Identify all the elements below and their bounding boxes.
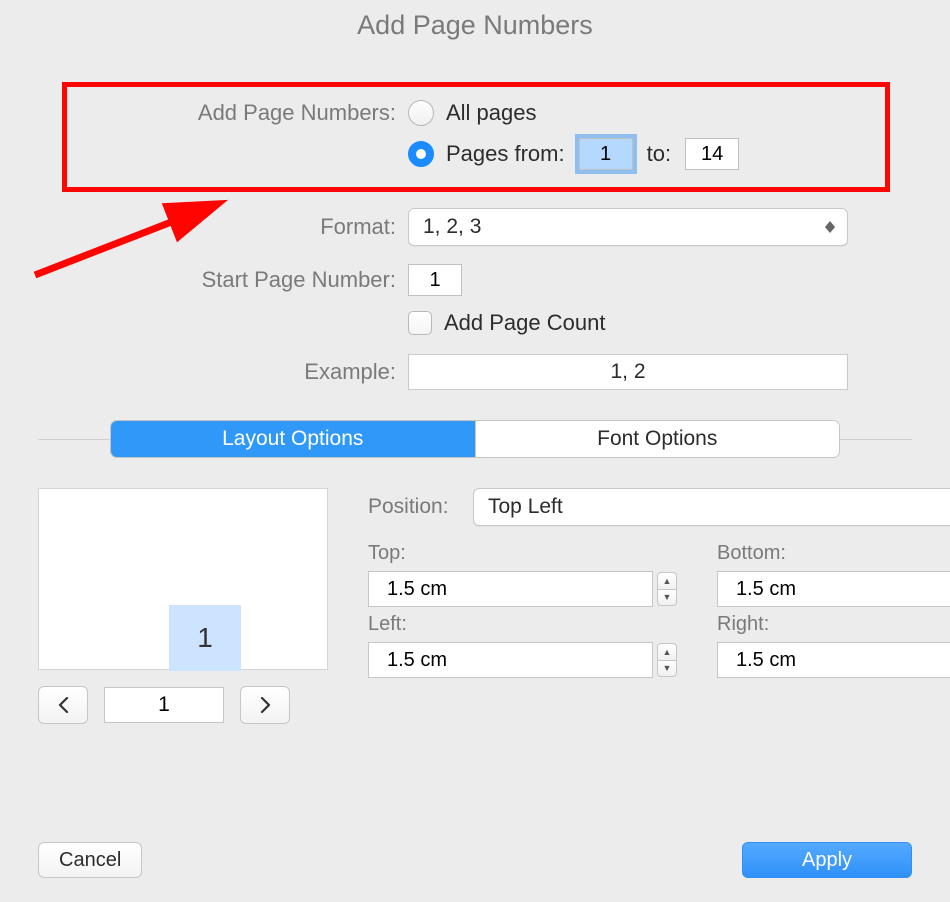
format-select[interactable]: 1, 2, 3: [408, 208, 848, 246]
position-label: Position:: [368, 495, 473, 519]
options-tabs: Layout Options Font Options: [110, 420, 840, 458]
chevron-left-icon: [58, 697, 69, 713]
start-page-label: Start Page Number:: [0, 267, 408, 293]
position-select-value: Top Left: [488, 495, 563, 519]
preview-page-input[interactable]: [104, 687, 224, 723]
start-page-input[interactable]: [408, 264, 462, 296]
radio-pages-range-label: Pages from:: [446, 141, 565, 167]
add-page-count-checkbox[interactable]: [408, 311, 432, 335]
position-select[interactable]: Top Left: [473, 488, 950, 526]
add-page-numbers-label: Add Page Numbers:: [0, 100, 408, 126]
margin-left-stepper[interactable]: ▲ ▼: [657, 643, 677, 677]
pages-from-input[interactable]: [579, 138, 633, 170]
radio-all-pages[interactable]: [408, 100, 434, 126]
radio-all-pages-label: All pages: [446, 100, 537, 126]
example-label: Example:: [0, 359, 408, 385]
margin-right-input[interactable]: [717, 642, 950, 678]
stepper-up-icon[interactable]: ▲: [657, 572, 677, 589]
stepper-down-icon[interactable]: ▼: [657, 589, 677, 606]
cancel-button[interactable]: Cancel: [38, 842, 142, 878]
margin-top-stepper[interactable]: ▲ ▼: [657, 572, 677, 606]
stepper-up-icon[interactable]: ▲: [657, 643, 677, 660]
chevron-right-icon: [260, 697, 271, 713]
margin-top-input[interactable]: [368, 571, 653, 607]
radio-pages-range[interactable]: [408, 141, 434, 167]
add-page-count-label: Add Page Count: [444, 310, 605, 336]
format-label: Format:: [0, 214, 408, 240]
dialog-title: Add Page Numbers: [0, 0, 950, 41]
preview-page-number: 1: [169, 605, 241, 671]
margin-top-label: Top:: [368, 542, 677, 565]
margin-bottom-label: Bottom:: [717, 542, 950, 565]
margin-bottom-input[interactable]: [717, 571, 950, 607]
pages-to-input[interactable]: [685, 138, 739, 170]
pages-to-label: to:: [647, 141, 671, 167]
example-value: 1, 2: [408, 354, 848, 390]
updown-chevron-icon: [823, 221, 837, 233]
preview-next-button[interactable]: [240, 686, 290, 724]
tab-font-options[interactable]: Font Options: [476, 421, 840, 457]
format-select-value: 1, 2, 3: [423, 215, 481, 239]
margin-right-label: Right:: [717, 613, 950, 636]
apply-button[interactable]: Apply: [742, 842, 912, 878]
preview-prev-button[interactable]: [38, 686, 88, 724]
margin-left-label: Left:: [368, 613, 677, 636]
margin-left-input[interactable]: [368, 642, 653, 678]
tab-layout-options[interactable]: Layout Options: [111, 421, 475, 457]
page-preview: 1: [38, 488, 328, 670]
stepper-down-icon[interactable]: ▼: [657, 660, 677, 677]
